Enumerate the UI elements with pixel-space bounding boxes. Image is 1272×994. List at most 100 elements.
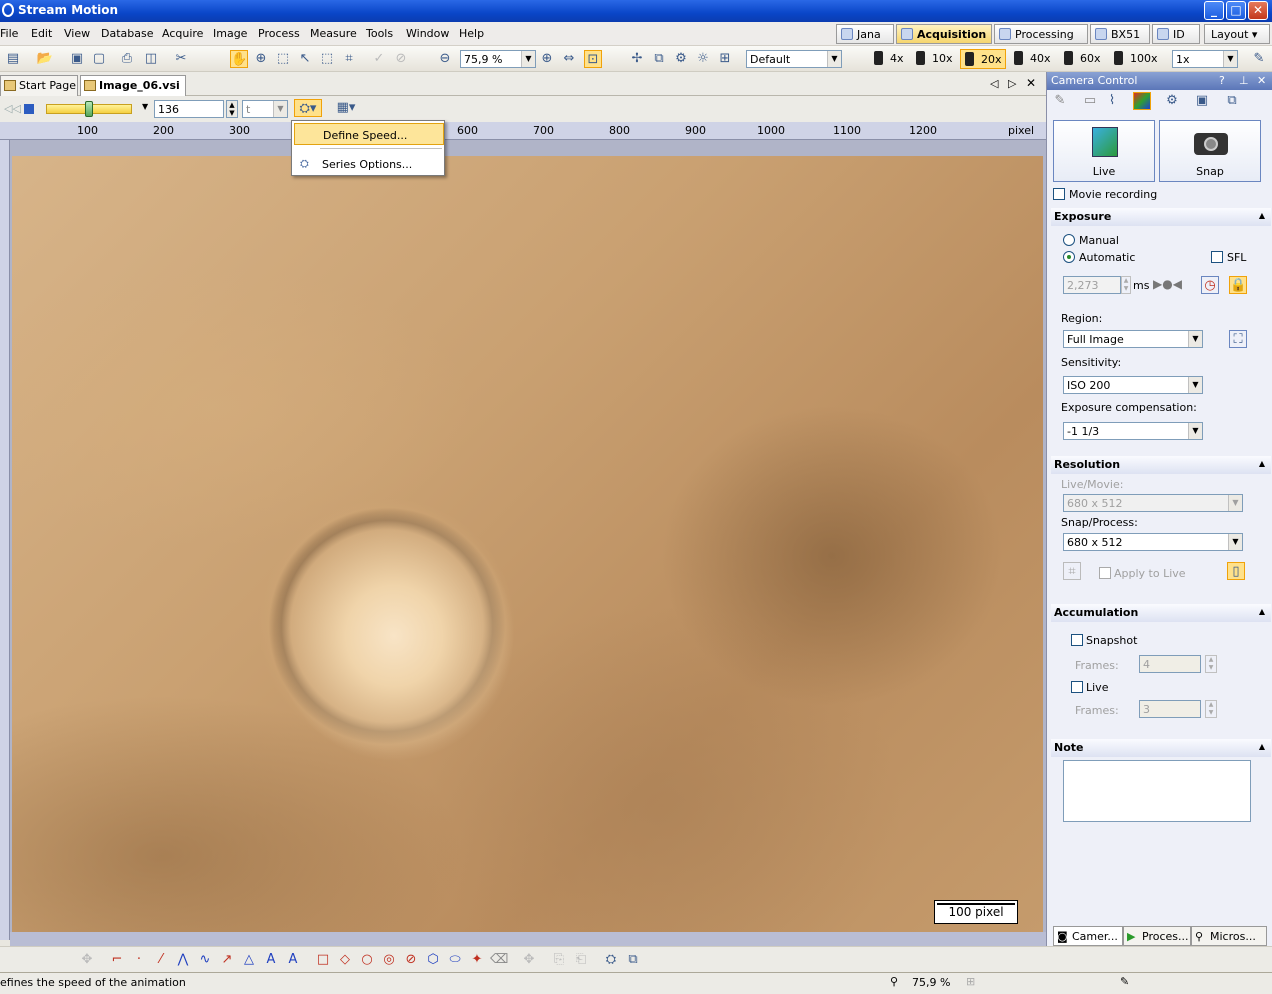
snap-resolution-combo[interactable]: 680 x 512 ▼ bbox=[1063, 533, 1243, 551]
tab-image-06[interactable]: Image_06.vsi bbox=[80, 75, 186, 96]
menu-image[interactable]: Image bbox=[213, 27, 247, 40]
objective-40x[interactable]: 40x bbox=[1010, 49, 1054, 69]
note-textarea[interactable] bbox=[1063, 760, 1251, 822]
compensation-combo[interactable]: -1 1/3 ▼ bbox=[1063, 422, 1203, 440]
copy-measure-icon[interactable]: ⎘ bbox=[550, 951, 568, 969]
close-button[interactable]: ✕ bbox=[1248, 1, 1268, 20]
freehand-tool-icon[interactable]: ⊘ bbox=[402, 951, 420, 969]
resolution-header[interactable]: Resolution ▲ bbox=[1051, 456, 1271, 474]
print-preview-icon[interactable]: ◫ bbox=[142, 50, 160, 68]
diamond-tool-icon[interactable]: ◇ bbox=[336, 951, 354, 969]
objective-60x[interactable]: 60x bbox=[1060, 49, 1104, 69]
zoom-out-icon[interactable]: ⊖ bbox=[436, 50, 454, 68]
sfl-checkbox[interactable] bbox=[1211, 251, 1223, 263]
chevron-down-icon[interactable]: ▼ bbox=[142, 102, 148, 111]
filter-icon[interactable]: ⊞ bbox=[716, 50, 734, 68]
zoom-combo[interactable]: 75,9 % ▼ bbox=[460, 50, 536, 68]
objective-20x[interactable]: 20x bbox=[960, 49, 1006, 69]
arrow-tool-icon[interactable]: ↗ bbox=[218, 951, 236, 969]
polygon-tool-icon[interactable]: ⬡ bbox=[424, 951, 442, 969]
paste-measure-icon[interactable]: ⎗ bbox=[572, 951, 590, 969]
exposure-time-field[interactable]: 2,273 bbox=[1063, 276, 1121, 294]
frame-slider[interactable] bbox=[46, 101, 132, 117]
marquee-icon[interactable]: ⬚ bbox=[318, 50, 336, 68]
manual-radio[interactable] bbox=[1063, 234, 1075, 246]
close-document-icon[interactable]: ✕ bbox=[1026, 76, 1036, 90]
camera-process-icon[interactable]: ⚙ bbox=[1163, 92, 1181, 110]
objective-10x[interactable]: 10x bbox=[912, 49, 956, 69]
menu-view[interactable]: View bbox=[64, 27, 90, 40]
automatic-radio[interactable] bbox=[1063, 251, 1075, 263]
note-header[interactable]: Note ▲ bbox=[1051, 739, 1271, 757]
select-tool-icon[interactable]: ✥ bbox=[78, 951, 96, 969]
tab-start-page[interactable]: Start Page bbox=[0, 75, 78, 96]
open-folder-icon[interactable]: 📂 bbox=[36, 50, 54, 68]
rewind-icon[interactable]: ◁◁ bbox=[4, 102, 21, 115]
live-frames-field[interactable]: 3 bbox=[1139, 700, 1201, 718]
camera-display-icon[interactable]: ▭ bbox=[1081, 92, 1099, 110]
zoom-in-icon[interactable]: ⊕ bbox=[538, 50, 556, 68]
layout-dropdown[interactable]: Layout ▾ bbox=[1204, 24, 1270, 44]
snapshot-frames-field[interactable]: 4 bbox=[1139, 655, 1201, 673]
menu-edit[interactable]: Edit bbox=[31, 27, 52, 40]
save-icon[interactable]: ▣ bbox=[68, 50, 86, 68]
tab-scroll-left-icon[interactable]: ◁ bbox=[990, 77, 998, 90]
menu-item-series-options[interactable]: ⛭ Series Options... bbox=[294, 153, 444, 175]
preset-combo[interactable]: Default ▼ bbox=[746, 50, 842, 68]
close-panel-icon[interactable]: ✕ bbox=[1257, 74, 1266, 87]
menu-item-define-speed[interactable]: Define Speed... bbox=[294, 123, 444, 145]
exposure-header[interactable]: Exposure ▲ bbox=[1051, 208, 1271, 226]
menu-database[interactable]: Database bbox=[101, 27, 154, 40]
menu-window[interactable]: Window bbox=[406, 27, 449, 40]
save-image-icon[interactable]: ▣ bbox=[1193, 92, 1211, 110]
tab-camera-control[interactable]: ◙ Camer... bbox=[1053, 926, 1123, 946]
fit-width-icon[interactable]: ⇔ bbox=[560, 50, 578, 68]
point-tool-icon[interactable]: · bbox=[130, 951, 148, 969]
measure-settings-icon[interactable]: ⛭ bbox=[602, 951, 620, 969]
objective-4x[interactable]: 4x bbox=[870, 49, 907, 69]
curve-tool-icon[interactable]: ∿ bbox=[196, 951, 214, 969]
live-accumulation-checkbox[interactable] bbox=[1071, 681, 1083, 693]
illumination-icon[interactable]: ☼ bbox=[694, 50, 712, 68]
zoom-rect-icon[interactable]: ⬚ bbox=[274, 50, 292, 68]
apply-to-live-checkbox[interactable] bbox=[1099, 567, 1111, 579]
snap-button[interactable]: Snap bbox=[1159, 120, 1261, 182]
camera-layout-icon[interactable]: ⧉ bbox=[1223, 92, 1241, 110]
movie-recording-checkbox[interactable] bbox=[1053, 188, 1065, 200]
tab-processing[interactable]: ▶ Proces... bbox=[1123, 926, 1191, 946]
triangle-tool-icon[interactable]: △ bbox=[240, 951, 258, 969]
export-icon[interactable]: ⧉ bbox=[624, 951, 642, 969]
help-icon[interactable]: ? bbox=[1219, 74, 1225, 87]
ellipse-tool-icon[interactable]: ○ bbox=[358, 951, 376, 969]
maximize-button[interactable]: □ bbox=[1226, 1, 1246, 20]
frame-spinner[interactable]: ▲ ▼ bbox=[226, 100, 238, 118]
live-resolution-combo[interactable]: 680 x 512 ▼ bbox=[1063, 494, 1243, 512]
layout-tiles-icon[interactable]: ▦▾ bbox=[332, 99, 360, 117]
minimize-button[interactable]: _ bbox=[1204, 1, 1224, 20]
cut-icon[interactable]: ✂ bbox=[172, 50, 190, 68]
layout-tab-acquisition[interactable]: Acquisition bbox=[896, 24, 992, 44]
angle-tool-icon[interactable]: ⌐ bbox=[108, 951, 126, 969]
crop-icon[interactable]: ⌗ bbox=[340, 50, 358, 68]
tab-scroll-right-icon[interactable]: ▷ bbox=[1008, 77, 1016, 90]
accept-icon[interactable]: ✓ bbox=[370, 50, 388, 68]
menu-acquire[interactable]: Acquire bbox=[162, 27, 203, 40]
layout-tab-processing[interactable]: Processing bbox=[994, 24, 1088, 44]
cancel-icon[interactable]: ⊘ bbox=[392, 50, 410, 68]
magnification-combo[interactable]: 1x ▼ bbox=[1172, 50, 1238, 68]
exposure-spinner[interactable]: ▲ ▼ bbox=[1121, 276, 1131, 294]
stage-icon[interactable]: ✢ bbox=[628, 50, 646, 68]
region-select-icon[interactable]: ⛶ bbox=[1229, 330, 1247, 348]
menu-file[interactable]: File bbox=[0, 27, 18, 40]
menu-measure[interactable]: Measure bbox=[310, 27, 357, 40]
line-tool-icon[interactable]: ⁄ bbox=[152, 951, 170, 969]
new-icon[interactable]: ▤ bbox=[4, 50, 22, 68]
menu-tools[interactable]: Tools bbox=[366, 27, 393, 40]
fit-window-icon[interactable]: ⊡ bbox=[584, 50, 602, 68]
sensitivity-combo[interactable]: ISO 200 ▼ bbox=[1063, 376, 1203, 394]
print-icon[interactable]: ⎙ bbox=[118, 50, 136, 68]
camera-settings-icon[interactable]: ⧉ bbox=[650, 50, 668, 68]
label-tool-icon[interactable]: A bbox=[284, 951, 302, 969]
color-settings-icon[interactable] bbox=[1133, 92, 1151, 110]
horizontal-scrollbar[interactable] bbox=[10, 932, 1046, 946]
